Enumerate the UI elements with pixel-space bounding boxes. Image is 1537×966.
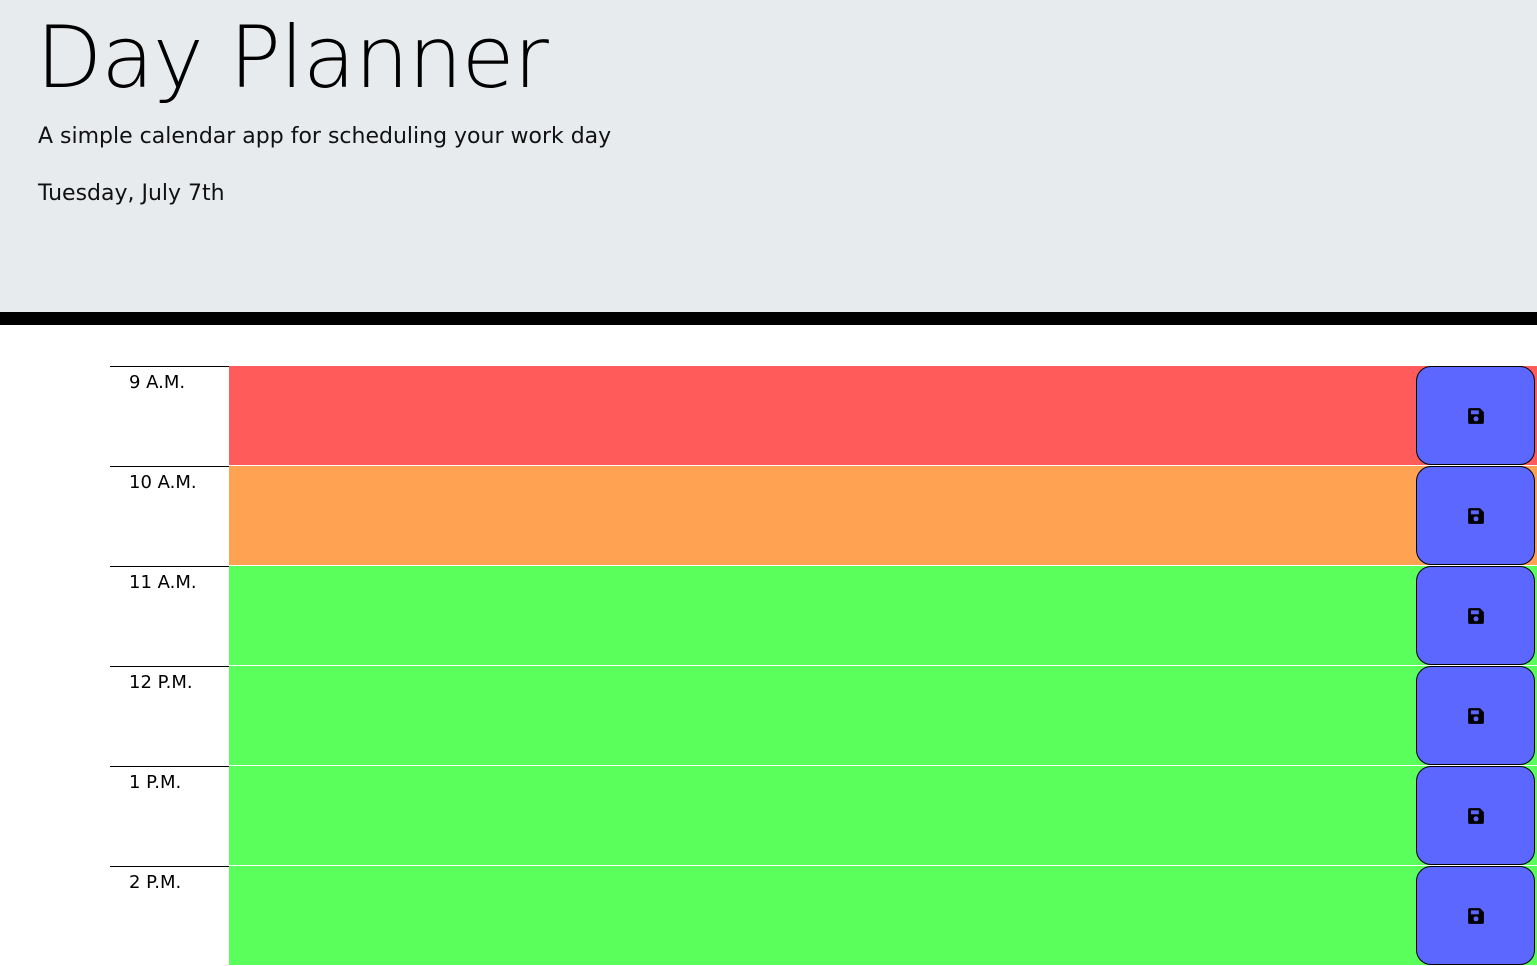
time-block-row: 10 A.M.: [110, 466, 1537, 566]
hour-label: 10 A.M.: [110, 466, 229, 566]
save-button[interactable]: [1416, 366, 1535, 465]
save-icon: [1467, 607, 1485, 625]
event-description-input[interactable]: [229, 366, 1537, 466]
page-subtitle: A simple calendar app for scheduling you…: [38, 124, 612, 149]
save-button[interactable]: [1416, 566, 1535, 665]
hour-label: 12 P.M.: [110, 666, 229, 766]
hour-label: 9 A.M.: [110, 366, 229, 466]
time-block-row: 11 A.M.: [110, 566, 1537, 666]
save-icon: [1467, 807, 1485, 825]
event-description-input[interactable]: [229, 666, 1537, 766]
time-block-row: 1 P.M.: [110, 766, 1537, 866]
current-day: Tuesday, July 7th: [38, 181, 225, 206]
time-block-row: 2 P.M.: [110, 866, 1537, 966]
event-description-input[interactable]: [229, 766, 1537, 866]
event-description-input[interactable]: [229, 566, 1537, 666]
time-block-row: 12 P.M.: [110, 666, 1537, 766]
save-button[interactable]: [1416, 466, 1535, 565]
hour-label: 11 A.M.: [110, 566, 229, 666]
page-title: Day Planner: [36, 8, 549, 108]
timeblock-container: 9 A.M. 10 A.M. 11 A.M. 12 P.M. 1 P.M. 2 …: [110, 366, 1537, 966]
time-block-row: 9 A.M.: [110, 366, 1537, 466]
event-description-input[interactable]: [229, 466, 1537, 566]
save-button[interactable]: [1416, 866, 1535, 965]
event-description-input[interactable]: [229, 866, 1537, 966]
header-jumbotron: Day Planner A simple calendar app for sc…: [0, 0, 1537, 325]
hour-label: 1 P.M.: [110, 766, 229, 866]
save-icon: [1467, 707, 1485, 725]
save-button[interactable]: [1416, 666, 1535, 765]
save-button[interactable]: [1416, 766, 1535, 865]
save-icon: [1467, 507, 1485, 525]
save-icon: [1467, 907, 1485, 925]
hour-label: 2 P.M.: [110, 866, 229, 966]
save-icon: [1467, 407, 1485, 425]
